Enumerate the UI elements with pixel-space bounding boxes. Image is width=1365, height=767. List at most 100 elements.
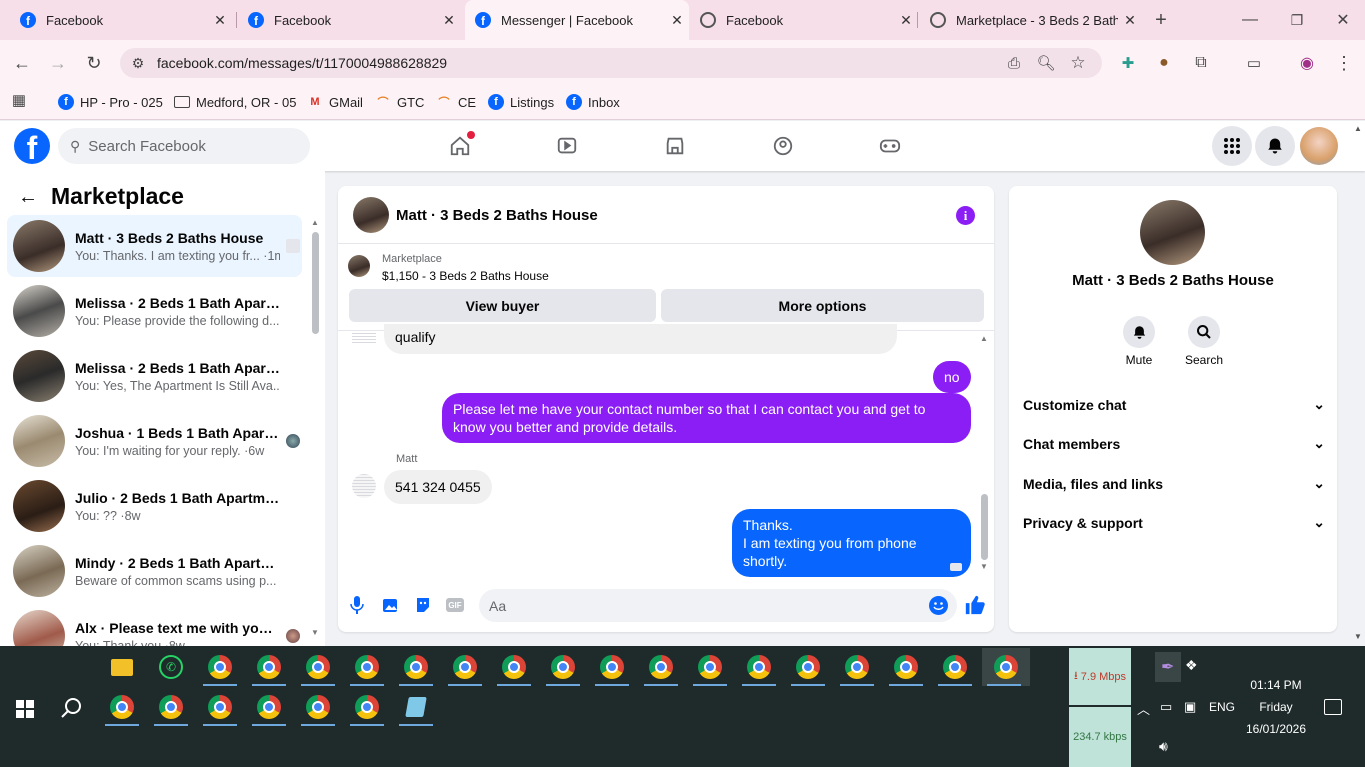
- tab-marketplace[interactable]: o Marketplace - 3 Beds 2 Baths ✕: [910, 0, 1142, 40]
- chat-scrollbar[interactable]: ▲ ▼: [980, 334, 990, 574]
- search-icon[interactable]: [1188, 316, 1220, 348]
- privacy-support-section[interactable]: Privacy & support ⌄: [1023, 514, 1325, 531]
- restore-icon[interactable]: ❐: [1283, 6, 1311, 34]
- bookmark-medford[interactable]: Medford, OR - 05: [174, 92, 296, 112]
- clock-time[interactable]: 01:14 PM: [1244, 678, 1308, 692]
- video-icon[interactable]: [554, 133, 580, 159]
- profile-avatar[interactable]: [1300, 127, 1338, 165]
- view-buyer-button[interactable]: View buyer: [349, 289, 656, 322]
- file-explorer-icon[interactable]: [105, 650, 139, 684]
- conversation-item[interactable]: Melissa · 2 Beds 1 Bath Apartme... You: P…: [7, 280, 302, 342]
- chrome-icon[interactable]: [889, 650, 923, 684]
- dropbox-icon[interactable]: ❖: [1185, 657, 1198, 674]
- gaming-icon[interactable]: [877, 133, 903, 159]
- facebook-search-input[interactable]: ⚲ Search Facebook: [58, 128, 310, 164]
- minimize-icon[interactable]: —: [1236, 6, 1264, 34]
- menu-grid-icon[interactable]: [1212, 126, 1252, 166]
- extension-icon[interactable]: ✚: [1114, 49, 1142, 77]
- url-text[interactable]: facebook.com/messages/t/1170004988628829: [157, 55, 447, 71]
- back-arrow-icon[interactable]: ←: [18, 186, 38, 209]
- left-scrollbar[interactable]: ▲ ▼: [311, 218, 319, 637]
- menu-kebab-icon[interactable]: ⋮: [1330, 49, 1358, 77]
- message-input[interactable]: [479, 589, 957, 622]
- back-icon[interactable]: ←: [8, 49, 36, 77]
- bookmark-gtc[interactable]: ⌒ GTC: [375, 92, 425, 112]
- listing-title[interactable]: $1,150 - 3 Beds 2 Baths House: [382, 269, 549, 283]
- tab-facebook-2[interactable]: f Facebook ✕: [228, 0, 461, 40]
- bookmark-star-icon[interactable]: ☆: [1064, 49, 1092, 77]
- chrome-icon[interactable]: [448, 650, 482, 684]
- battery-icon[interactable]: ▭: [1160, 699, 1172, 715]
- chat-title[interactable]: Matt · 3 Beds 2 Baths House: [396, 207, 598, 224]
- close-icon[interactable]: ✕: [1118, 12, 1142, 29]
- windows-start-icon[interactable]: [16, 700, 34, 718]
- chrome-icon[interactable]: [252, 650, 286, 684]
- microphone-icon[interactable]: [349, 595, 367, 615]
- tab-search-icon[interactable]: ▭: [1240, 49, 1268, 77]
- chrome-icon[interactable]: [595, 650, 629, 684]
- chrome-icon[interactable]: [840, 650, 874, 684]
- conversation-item[interactable]: Joshua · 1 Beds 1 Bath Apartm... You: I'm…: [7, 410, 302, 472]
- media-files-links-section[interactable]: Media, files and links ⌄: [1023, 475, 1325, 492]
- groups-icon[interactable]: [770, 133, 796, 159]
- chrome-icon[interactable]: [546, 650, 580, 684]
- close-icon[interactable]: ✕: [437, 12, 461, 29]
- language-indicator[interactable]: ENG: [1209, 700, 1235, 714]
- bookmark-gmail[interactable]: M GMail: [307, 92, 363, 112]
- volume-icon[interactable]: 🔊︎: [1159, 738, 1168, 755]
- chrome-icon[interactable]: [742, 650, 776, 684]
- chrome-icon[interactable]: [350, 650, 384, 684]
- conversation-item[interactable]: Mindy · 2 Beds 1 Bath Apartment Beware of…: [7, 540, 302, 602]
- bookmark-listings[interactable]: f Listings: [488, 92, 554, 112]
- site-info-icon[interactable]: ⚙: [124, 49, 152, 77]
- marketplace-nav-icon[interactable]: [662, 133, 688, 159]
- chrome-icon[interactable]: [693, 650, 727, 684]
- cookie-icon[interactable]: ●: [1150, 49, 1178, 77]
- clock-date[interactable]: 16/01/2026: [1240, 722, 1312, 736]
- sticker-icon[interactable]: [414, 596, 432, 614]
- chrome-icon[interactable]: [154, 690, 188, 724]
- zoom-icon[interactable]: 🔍︎: [1032, 49, 1060, 77]
- conversation-item[interactable]: Matt · 3 Beds 2 Baths House You: Thanks. …: [7, 215, 302, 277]
- notepad-icon[interactable]: [399, 690, 433, 724]
- chrome-icon[interactable]: [350, 690, 384, 724]
- new-tab-icon[interactable]: +: [1147, 6, 1175, 34]
- apps-grid-icon[interactable]: ▦: [5, 86, 33, 114]
- window-close-icon[interactable]: ✕: [1329, 6, 1357, 34]
- bookmark-inbox[interactable]: f Inbox: [566, 92, 620, 112]
- feather-icon[interactable]: ✒: [1161, 657, 1174, 677]
- scroll-down-icon[interactable]: ▼: [311, 628, 319, 637]
- tab-messenger[interactable]: f Messenger | Facebook ✕: [465, 0, 689, 40]
- forward-icon[interactable]: →: [44, 49, 72, 77]
- network-icon[interactable]: ▣: [1184, 699, 1196, 715]
- profile-icon[interactable]: ◉: [1293, 49, 1321, 77]
- page-scroll-up-icon[interactable]: ▲: [1354, 124, 1362, 133]
- chat-members-section[interactable]: Chat members ⌄: [1023, 435, 1325, 452]
- whatsapp-icon[interactable]: ✆: [154, 650, 188, 684]
- chrome-icon[interactable]: [938, 650, 972, 684]
- extensions-puzzle-icon[interactable]: ⧉: [1187, 49, 1215, 77]
- emoji-icon[interactable]: [929, 596, 948, 615]
- reload-icon[interactable]: ↻: [80, 49, 108, 77]
- bookmark-ce[interactable]: ⌒ CE: [436, 92, 477, 112]
- scrollbar-thumb[interactable]: [312, 232, 319, 334]
- notification-center-icon[interactable]: [1324, 699, 1342, 715]
- scroll-down-icon[interactable]: ▼: [980, 562, 988, 571]
- scroll-up-icon[interactable]: ▲: [311, 218, 319, 227]
- photo-icon[interactable]: [382, 596, 400, 614]
- chrome-icon[interactable]: [301, 690, 335, 724]
- install-app-icon[interactable]: ⎙: [1000, 49, 1028, 77]
- facebook-logo-icon[interactable]: f: [14, 128, 50, 164]
- scroll-up-icon[interactable]: ▲: [980, 334, 988, 343]
- bookmark-hp-pro[interactable]: f HP - Pro - 025: [58, 92, 163, 112]
- chrome-icon[interactable]: [791, 650, 825, 684]
- more-options-button[interactable]: More options: [661, 289, 984, 322]
- chrome-icon[interactable]: [644, 650, 678, 684]
- scrollbar-thumb[interactable]: [981, 494, 988, 560]
- thumbs-up-icon[interactable]: [964, 594, 986, 616]
- clock-day[interactable]: Friday: [1244, 700, 1308, 714]
- notifications-bell-icon[interactable]: [1255, 126, 1295, 166]
- chrome-icon[interactable]: [989, 650, 1023, 684]
- chat-avatar[interactable]: [353, 197, 389, 233]
- customize-chat-section[interactable]: Customize chat ⌄: [1023, 396, 1325, 413]
